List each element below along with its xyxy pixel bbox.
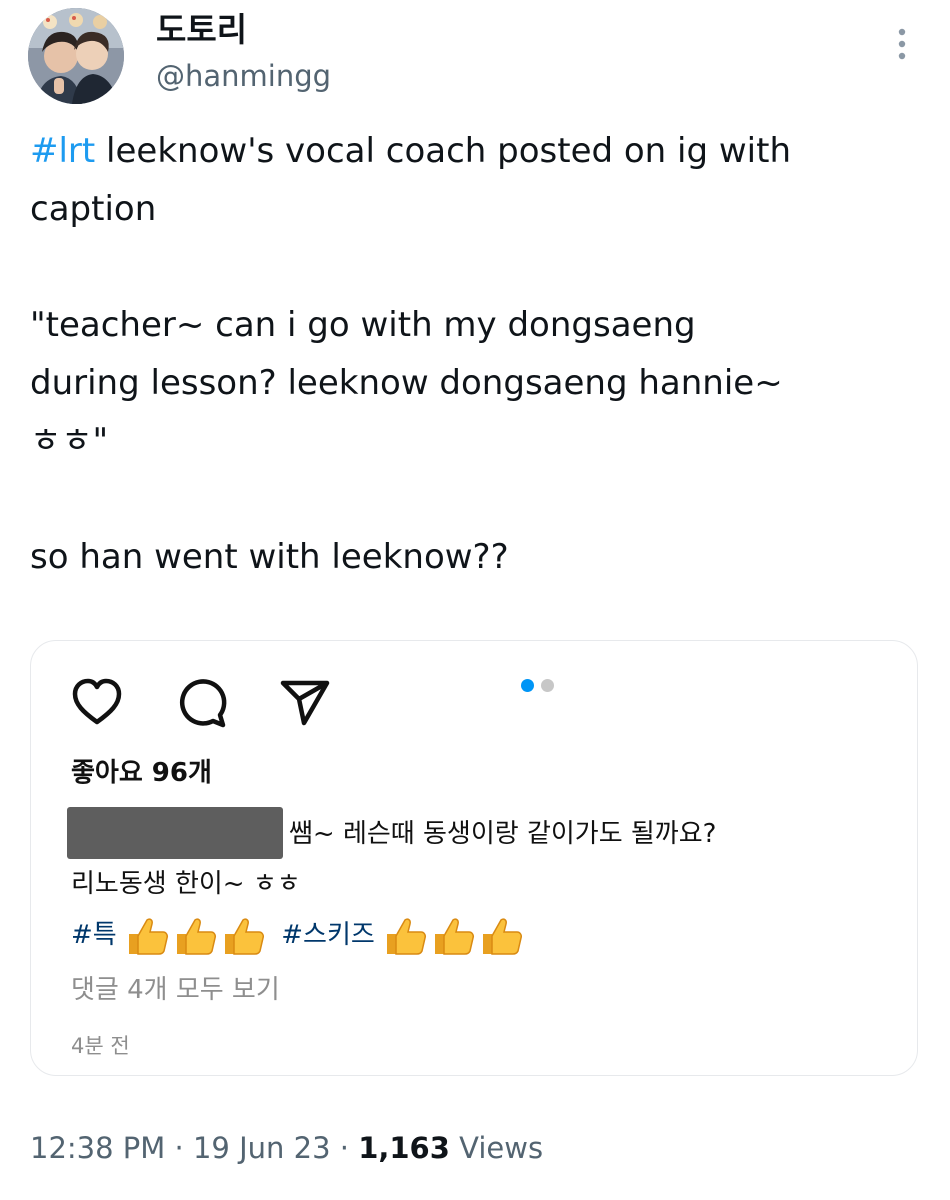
closing-line: so han went with leeknow?? bbox=[30, 537, 509, 577]
embedded-instagram-screenshot[interactable]: 좋아요 96개 쌤~ 레슨때 동생이랑 같이가도 될까요? 리노동생 한이~ ㅎ… bbox=[30, 640, 918, 1076]
tweet-line-2: caption bbox=[30, 189, 157, 229]
quote-line-1: "teacher~ can i go with my dongsaeng bbox=[30, 305, 696, 345]
more-options-icon[interactable] bbox=[888, 24, 916, 64]
user-handle[interactable]: @hanmingg bbox=[156, 58, 331, 94]
tweet-meta: 12:38 PM · 19 Jun 23 · 1,163 Views bbox=[30, 1128, 543, 1168]
post-time-ago: 4분 전 bbox=[71, 1034, 130, 1058]
avatar-image bbox=[28, 8, 124, 104]
thumbs-up-icon bbox=[224, 918, 264, 955]
thumbs-up-icon bbox=[128, 918, 168, 955]
caption-tags: #특 #스키즈 bbox=[71, 913, 531, 957]
display-name[interactable]: 도토리 bbox=[156, 10, 247, 50]
thumbs-up-emoji-group bbox=[125, 914, 269, 958]
share-icon bbox=[277, 675, 333, 731]
hashtag-link[interactable]: #lrt bbox=[30, 131, 95, 171]
thumbs-up-icon bbox=[483, 918, 523, 955]
hashtag-teuk[interactable]: #특 bbox=[71, 920, 117, 950]
thumbs-up-emoji-group bbox=[383, 914, 527, 958]
views-label: Views bbox=[449, 1131, 544, 1165]
caption-line-1: 쌤~ 레슨때 동생이랑 같이가도 될까요? bbox=[289, 819, 717, 849]
carousel-dot-active bbox=[521, 679, 534, 692]
comment-icon bbox=[175, 675, 231, 731]
views-count[interactable]: 1,163 bbox=[358, 1131, 450, 1165]
carousel-dot bbox=[541, 679, 554, 692]
redacted-username bbox=[67, 807, 283, 859]
tweet-date[interactable]: 19 Jun 23 bbox=[193, 1131, 331, 1165]
meta-separator: · bbox=[330, 1131, 359, 1165]
tweet-text: #lrt leeknow's vocal coach posted on ig … bbox=[30, 122, 930, 586]
heart-icon bbox=[69, 675, 125, 731]
tweet-line-1-text: leeknow's vocal coach posted on ig with bbox=[95, 131, 792, 171]
quote-line-2: during lesson? leeknow dongsaeng hannie~ bbox=[30, 363, 783, 403]
tweet: 도토리 @hanmingg #lrt leeknow's vocal coach… bbox=[0, 0, 950, 1200]
view-all-comments-link: 댓글 4개 모두 보기 bbox=[71, 975, 280, 1005]
thumbs-up-icon bbox=[435, 918, 475, 955]
meta-separator: · bbox=[165, 1131, 193, 1165]
thumbs-up-icon bbox=[387, 918, 427, 955]
avatar[interactable] bbox=[28, 8, 124, 104]
caption-line-2: 리노동생 한이~ ㅎㅎ bbox=[71, 869, 301, 899]
likes-count: 좋아요 96개 bbox=[71, 758, 212, 788]
tweet-time[interactable]: 12:38 PM bbox=[30, 1131, 165, 1165]
quote-line-3: ㅎㅎ" bbox=[30, 421, 109, 461]
thumbs-up-icon bbox=[176, 918, 216, 955]
tweet-line-1: #lrt leeknow's vocal coach posted on ig … bbox=[30, 122, 930, 180]
hashtag-skz[interactable]: #스키즈 bbox=[281, 920, 375, 950]
